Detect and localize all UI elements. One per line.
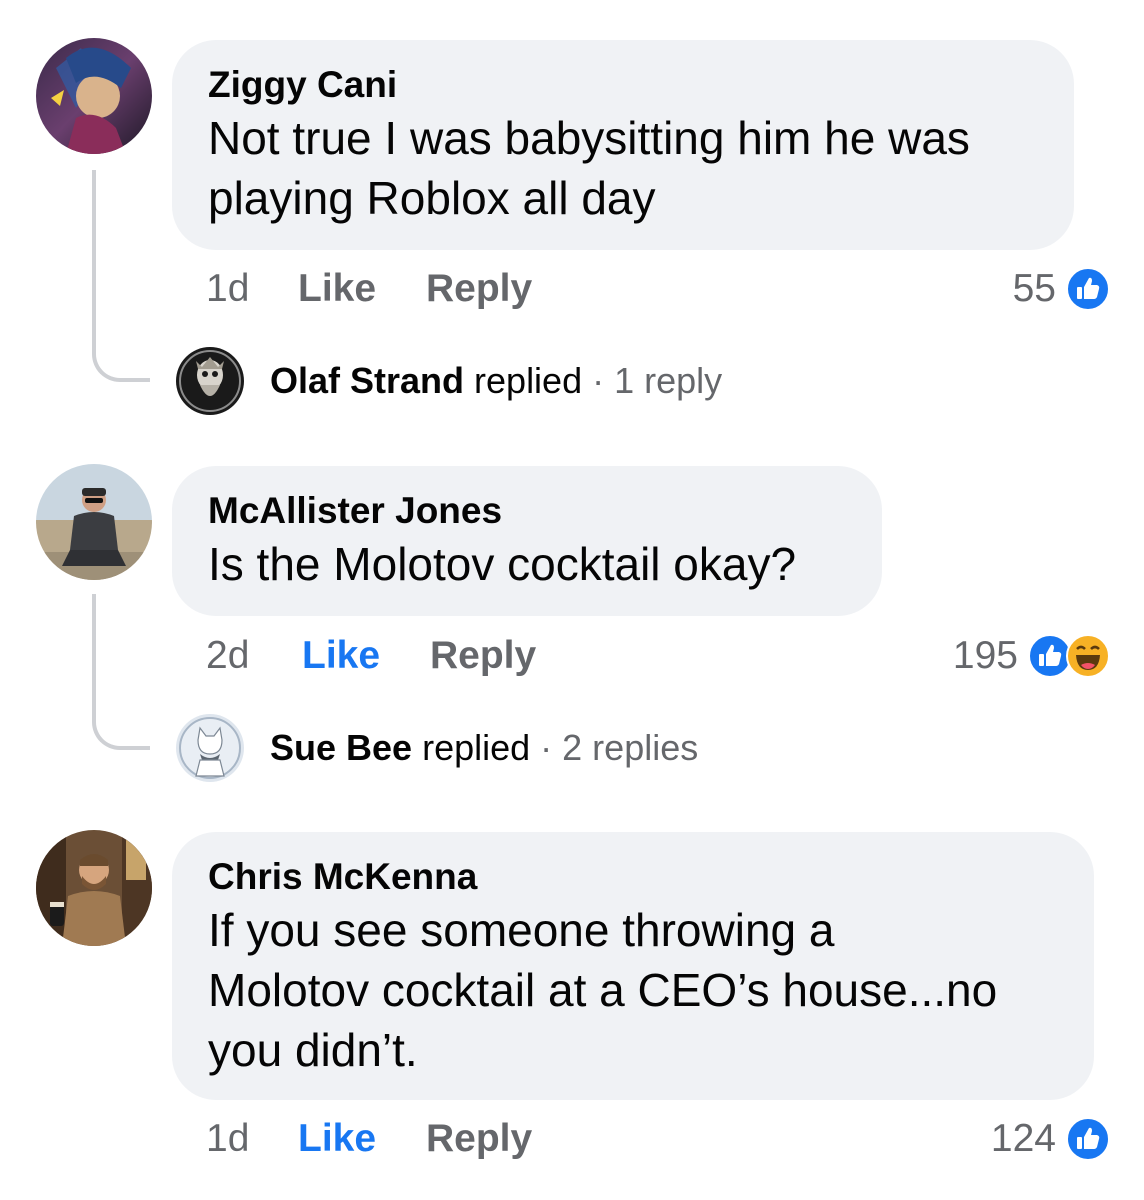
- reaction-summary[interactable]: 195: [953, 631, 1110, 681]
- reaction-count: 124: [990, 1117, 1056, 1160]
- comment-timestamp[interactable]: 1d: [206, 267, 298, 311]
- comment-actions: 1d Like Reply: [206, 264, 532, 314]
- thread-connector: [92, 170, 150, 382]
- comment-bubble: Chris McKenna If you see someone throwin…: [172, 832, 1094, 1100]
- thread-connector: [92, 594, 150, 750]
- reply-button[interactable]: Reply: [426, 267, 532, 311]
- separator: ·: [540, 727, 553, 768]
- reply-button[interactable]: Reply: [426, 1117, 532, 1161]
- comment-author[interactable]: Chris McKenna: [208, 854, 1058, 900]
- like-icon: [1066, 1117, 1110, 1161]
- comment-author[interactable]: McAllister Jones: [208, 488, 846, 534]
- reply-author: Olaf Strand: [270, 360, 465, 401]
- avatar[interactable]: [176, 347, 244, 415]
- reply-author: Sue Bee: [270, 727, 413, 768]
- reply-count: 1 reply: [614, 360, 723, 401]
- avatar[interactable]: [36, 830, 152, 946]
- reply-count: 2 replies: [562, 727, 699, 768]
- comment-text-line: Molotov cocktail at a CEO’s house...no: [208, 964, 998, 1016]
- comment-timestamp[interactable]: 1d: [206, 1117, 298, 1161]
- reply-verb: replied: [474, 360, 583, 401]
- comment-bubble: McAllister Jones Is the Molotov cocktail…: [172, 466, 882, 616]
- reply-summary[interactable]: Olaf Strand replied · 1 reply: [176, 346, 722, 416]
- reaction-count: 195: [952, 634, 1018, 677]
- avatar[interactable]: [36, 464, 152, 580]
- comment-text-line: playing Roblox all day: [208, 172, 656, 224]
- comment-actions: 2d Like Reply: [206, 631, 536, 681]
- reply-summary[interactable]: Sue Bee replied · 2 replies: [176, 713, 698, 783]
- reaction-summary[interactable]: 55: [1013, 264, 1110, 314]
- like-icon: [1066, 267, 1110, 311]
- comment-text-line: Is the Molotov cocktail okay?: [208, 538, 797, 590]
- like-button[interactable]: Like: [298, 267, 426, 311]
- comment-author[interactable]: Ziggy Cani: [208, 62, 1038, 108]
- reply-verb: replied: [422, 727, 531, 768]
- reaction-summary[interactable]: 124: [991, 1114, 1110, 1164]
- comment-text-line: Not true I was babysitting him he was: [208, 112, 970, 164]
- comment-timestamp[interactable]: 2d: [206, 634, 302, 678]
- avatar[interactable]: [36, 38, 152, 154]
- haha-icon: [1066, 634, 1110, 678]
- like-button[interactable]: Like: [298, 1117, 426, 1161]
- avatar[interactable]: [176, 714, 244, 782]
- comment-bubble: Ziggy Cani Not true I was babysitting hi…: [172, 40, 1074, 250]
- comment-actions: 1d Like Reply: [206, 1114, 532, 1164]
- reply-button[interactable]: Reply: [430, 634, 536, 678]
- separator: ·: [592, 360, 605, 401]
- like-button[interactable]: Like: [302, 634, 430, 678]
- reaction-count: 55: [1012, 267, 1056, 310]
- comment-text-line: you didn’t.: [208, 1024, 418, 1076]
- comment-text-line: If you see someone throwing a: [208, 904, 835, 956]
